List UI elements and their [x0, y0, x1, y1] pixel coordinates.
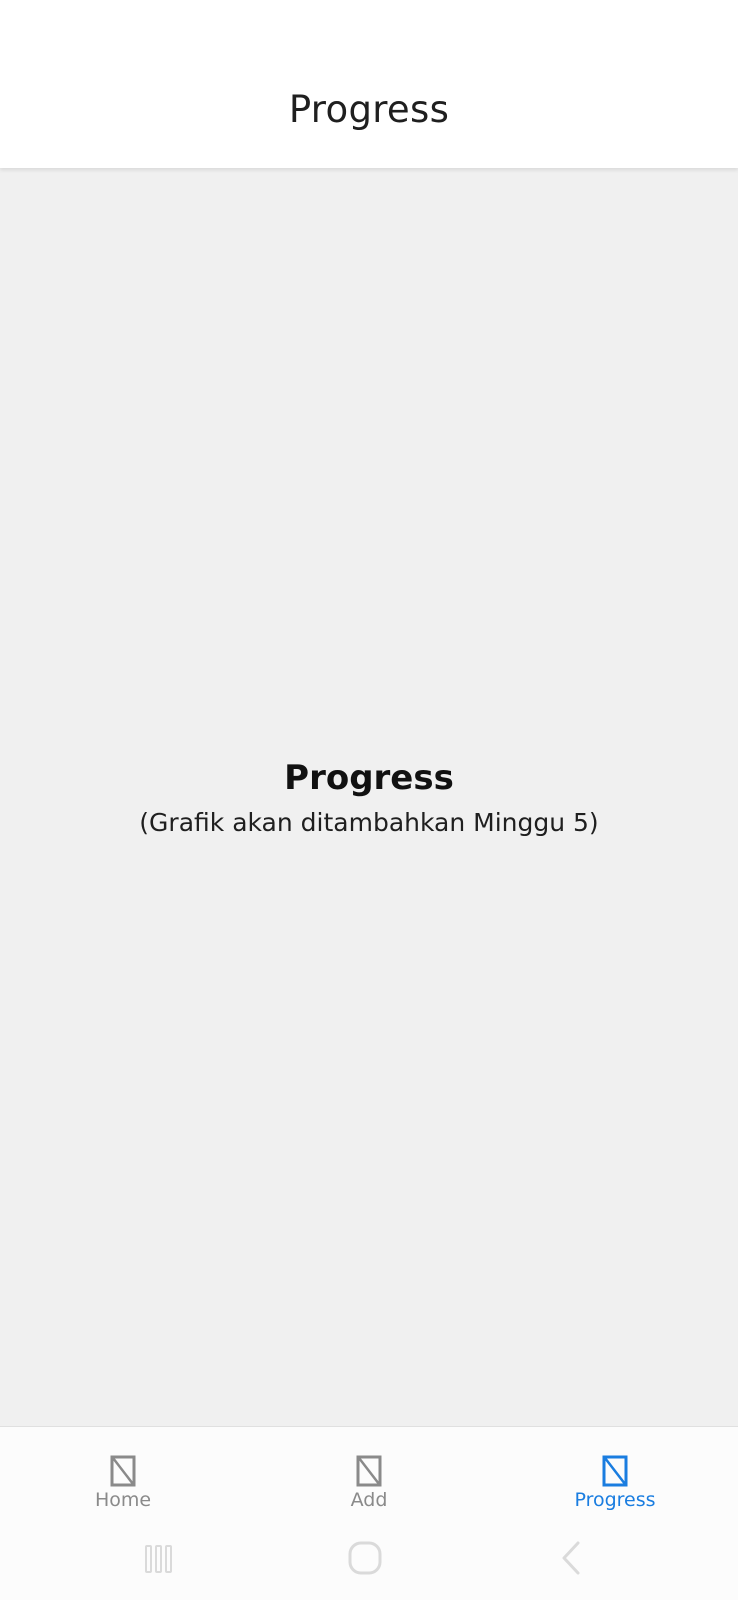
nav-item-home[interactable]: Home: [43, 1427, 203, 1517]
home-icon: [348, 1541, 382, 1575]
system-home-button[interactable]: [340, 1538, 390, 1578]
placeholder-icon: [356, 1455, 382, 1487]
back-button[interactable]: [548, 1538, 598, 1578]
content-title: Progress: [284, 758, 454, 798]
back-icon: [562, 1541, 580, 1575]
main-content: Progress (Grafik akan ditambahkan Minggu…: [0, 168, 738, 1426]
system-navigation-bar: [0, 1516, 738, 1600]
app-header: Progress: [0, 0, 738, 168]
nav-label-add: Add: [350, 1489, 388, 1511]
content-subtitle: (Grafik akan ditambahkan Minggu 5): [139, 808, 599, 837]
placeholder-icon: [110, 1455, 136, 1487]
nav-item-add[interactable]: Add: [289, 1427, 449, 1517]
page-title: Progress: [288, 88, 450, 131]
placeholder-icon: [602, 1455, 628, 1487]
nav-label-home: Home: [94, 1489, 152, 1511]
nav-label-progress: Progress: [574, 1489, 656, 1511]
bottom-navigation: Home Add Progress: [0, 1426, 738, 1517]
recent-apps-icon: [145, 1545, 172, 1573]
recent-apps-button[interactable]: [134, 1538, 184, 1578]
nav-item-progress[interactable]: Progress: [535, 1427, 695, 1517]
